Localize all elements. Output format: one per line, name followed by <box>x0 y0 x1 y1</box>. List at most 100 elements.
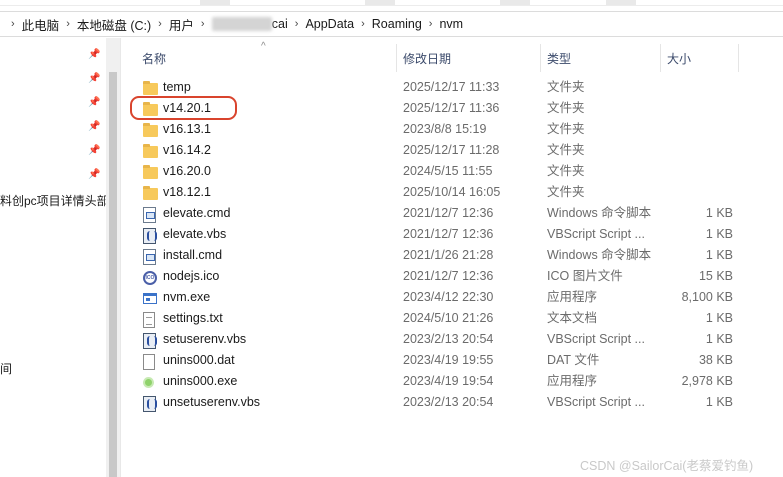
file-modified-date: 2023/2/13 20:54 <box>403 332 494 346</box>
nav-item-project-folder[interactable]: 料创pc项目详情头部 <box>0 192 109 209</box>
file-modified-date: 2025/12/17 11:33 <box>403 80 500 94</box>
file-type: 文件夹 <box>547 185 585 199</box>
folder-icon <box>143 80 159 95</box>
file-modified-date: 2023/4/12 22:30 <box>403 290 494 304</box>
file-modified-date: 2023/2/13 20:54 <box>403 395 494 409</box>
text-document-icon <box>143 312 155 328</box>
column-header-size[interactable]: 大小 <box>661 44 739 72</box>
breadcrumb-appdata[interactable]: AppData <box>305 17 354 31</box>
file-name: install.cmd <box>163 248 223 262</box>
ico-file-icon: ICO <box>143 271 157 285</box>
pin-icon[interactable]: 📌 <box>88 97 100 108</box>
text-document-icon <box>143 311 159 328</box>
vbs-script-icon <box>143 228 157 244</box>
file-row[interactable]: settings.txt 2024/5/10 21:26 文本文档 1 KB <box>121 308 783 329</box>
nav-item-partial[interactable]: 间 <box>0 360 12 377</box>
file-size: 8,100 KB <box>681 290 733 304</box>
breadcrumb-local-disk[interactable]: 本地磁盘 (C:) <box>77 15 151 34</box>
file-row[interactable]: temp 2025/12/17 11:33 文件夹 <box>121 77 783 98</box>
scrollbar-thumb[interactable] <box>109 72 117 477</box>
blank-file-icon <box>143 354 155 370</box>
file-row[interactable]: nvm.exe 2023/4/12 22:30 应用程序 8,100 KB <box>121 287 783 308</box>
file-row[interactable]: install.cmd 2021/1/26 21:28 Windows 命令脚本 1 … <box>121 245 783 266</box>
file-size: 1 KB <box>705 395 733 409</box>
column-header: ^ 名称 修改日期 类型 大小 <box>121 41 783 72</box>
column-header-name[interactable]: 名称 <box>136 44 397 72</box>
file-modified-date: 2024/5/15 11:55 <box>403 164 493 178</box>
file-size: 1 KB <box>705 332 733 346</box>
pin-icon[interactable]: 📌 <box>88 49 100 60</box>
vbs-script-icon <box>143 396 157 412</box>
chevron-right-icon[interactable]: › <box>4 18 22 30</box>
file-modified-date: 2025/12/17 11:36 <box>403 101 500 115</box>
file-row[interactable]: elevate.cmd 2021/12/7 12:36 Windows 命令脚本 1 … <box>121 203 783 224</box>
exe-app-icon <box>143 293 157 304</box>
breadcrumb-this-pc[interactable]: 此电脑 <box>22 15 60 34</box>
file-row[interactable]: elevate.vbs 2021/12/7 12:36 VBScript Scrip… <box>121 224 783 245</box>
file-row[interactable]: v16.13.1 2023/8/8 15:19 文件夹 <box>121 119 783 140</box>
breadcrumb-users[interactable]: 用户 <box>169 15 194 34</box>
file-row[interactable]: v16.14.2 2025/12/17 11:28 文件夹 <box>121 140 783 161</box>
pin-icon[interactable]: 📌 <box>88 73 100 84</box>
file-name: v16.20.0 <box>163 164 211 178</box>
chevron-right-icon[interactable]: › <box>194 18 212 30</box>
file-name: v14.20.1 <box>163 101 211 115</box>
file-name: settings.txt <box>163 311 223 325</box>
vbs-script-icon <box>143 333 157 349</box>
vbs-script-icon <box>143 227 159 244</box>
file-type: 文本文档 <box>547 311 598 325</box>
cmd-script-icon <box>143 249 156 265</box>
chevron-right-icon[interactable]: › <box>288 18 306 30</box>
folder-icon <box>143 123 158 137</box>
file-type: VBScript Script ... <box>547 227 645 241</box>
file-row[interactable]: v16.20.0 2024/5/15 11:55 文件夹 <box>121 161 783 182</box>
pin-icon[interactable]: 📌 <box>88 145 100 156</box>
file-row[interactable]: v14.20.1 2025/12/17 11:36 文件夹 <box>121 98 783 119</box>
nav-scrollbar[interactable] <box>106 38 120 477</box>
pin-icon[interactable]: 📌 <box>88 121 100 132</box>
ico-file-icon: ICO <box>143 269 159 285</box>
file-row[interactable]: unins000.exe 2023/4/19 19:54 应用程序 2,978 KB <box>121 371 783 392</box>
exe-app-icon <box>143 290 159 305</box>
pin-icon[interactable]: 📌 <box>88 169 100 180</box>
chevron-right-icon[interactable]: › <box>422 18 440 30</box>
chevron-right-icon[interactable]: › <box>59 18 77 30</box>
folder-icon <box>143 144 158 158</box>
file-size <box>667 161 733 182</box>
file-row[interactable]: v18.12.1 2025/10/14 16:05 文件夹 <box>121 182 783 203</box>
file-row[interactable]: unsetuserenv.vbs 2023/2/13 20:54 VBScript … <box>121 392 783 413</box>
file-modified-date: 2024/5/10 21:26 <box>403 311 494 325</box>
file-type: VBScript Script ... <box>547 395 645 409</box>
breadcrumb-redacted-username[interactable]: xxxxxxxxx <box>211 17 272 31</box>
breadcrumb-nvm[interactable]: nvm <box>439 17 463 31</box>
file-type: 文件夹 <box>547 122 585 136</box>
folder-icon <box>143 186 158 200</box>
uninstaller-icon <box>143 377 154 388</box>
file-size <box>667 182 733 203</box>
file-name: nvm.exe <box>163 290 211 304</box>
breadcrumb-user-folder[interactable]: cai <box>272 17 288 31</box>
file-type: 应用程序 <box>547 290 598 304</box>
column-header-type[interactable]: 类型 <box>541 44 661 72</box>
file-size: 15 KB <box>698 269 733 283</box>
folder-icon <box>143 185 159 200</box>
file-row[interactable]: setuserenv.vbs 2023/2/13 20:54 VBScript Sc… <box>121 329 783 350</box>
file-name: elevate.vbs <box>163 227 227 241</box>
file-size <box>667 77 733 98</box>
blank-file-icon <box>143 353 159 370</box>
chevron-right-icon[interactable]: › <box>354 18 372 30</box>
file-name: unins000.exe <box>163 374 238 388</box>
file-size: 38 KB <box>698 353 733 367</box>
chevron-right-icon[interactable]: › <box>151 18 169 30</box>
file-modified-date: 2023/4/19 19:55 <box>403 353 494 367</box>
column-header-date[interactable]: 修改日期 <box>397 44 541 72</box>
address-bar[interactable]: › 此电脑 › 本地磁盘 (C:) › 用户 › xxxxxxxxx cai ›… <box>0 11 783 37</box>
file-row[interactable]: ICO nodejs.ico 2021/12/7 12:36 ICO 图片文件 15 K… <box>121 266 783 287</box>
file-type: 文件夹 <box>547 143 585 157</box>
breadcrumb-roaming[interactable]: Roaming <box>372 17 422 31</box>
file-row[interactable]: unins000.dat 2023/4/19 19:55 DAT 文件 38 KB <box>121 350 783 371</box>
file-type: DAT 文件 <box>547 353 600 367</box>
cmd-script-icon <box>143 206 159 223</box>
file-list: temp 2025/12/17 11:33 文件夹 v14.20.1 2025/12/1… <box>121 77 783 413</box>
file-type: Windows 命令脚本 <box>547 206 652 220</box>
